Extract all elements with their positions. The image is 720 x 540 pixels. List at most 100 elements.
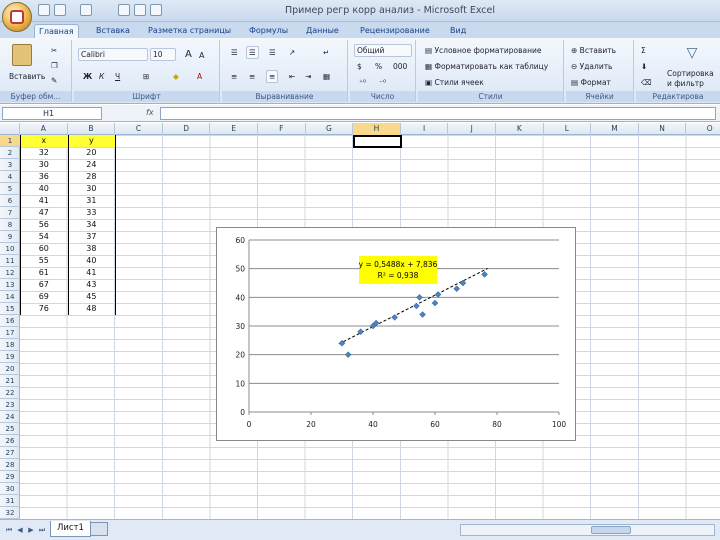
- paste-icon[interactable]: [12, 44, 32, 66]
- last-sheet-icon[interactable]: ⏭: [37, 525, 47, 535]
- table-cell-x[interactable]: 54: [20, 231, 68, 243]
- fill-color-icon[interactable]: ◆: [170, 70, 182, 83]
- column-header-k[interactable]: K: [496, 123, 544, 135]
- column-header-b[interactable]: B: [68, 123, 116, 135]
- row-header-28[interactable]: 28: [0, 459, 20, 471]
- horizontal-scrollbar[interactable]: [460, 524, 715, 536]
- row-header-13[interactable]: 13: [0, 279, 20, 291]
- row-header-6[interactable]: 6: [0, 195, 20, 207]
- column-header-g[interactable]: G: [306, 123, 354, 135]
- table-cell-x[interactable]: 40: [20, 183, 68, 195]
- tab-data[interactable]: Данные: [302, 24, 343, 38]
- column-header-h[interactable]: H: [353, 123, 401, 135]
- table-cell-y[interactable]: 40: [68, 255, 116, 267]
- table-cell-x[interactable]: 69: [20, 291, 68, 303]
- column-header-i[interactable]: I: [401, 123, 449, 135]
- column-header-e[interactable]: E: [210, 123, 258, 135]
- row-header-14[interactable]: 14: [0, 291, 20, 303]
- increase-indent-icon[interactable]: ⇥: [302, 70, 314, 83]
- underline-button[interactable]: Ч: [112, 70, 123, 83]
- row-header-3[interactable]: 3: [0, 159, 20, 171]
- borders-icon[interactable]: ⊞: [140, 70, 152, 83]
- row-header-7[interactable]: 7: [0, 207, 20, 219]
- fx-icon[interactable]: fx: [146, 108, 154, 117]
- align-bottom-icon[interactable]: ☰: [266, 46, 279, 59]
- table-cell-y[interactable]: 28: [68, 171, 116, 183]
- row-header-18[interactable]: 18: [0, 339, 20, 351]
- table-cell-y[interactable]: 24: [68, 159, 116, 171]
- fill-icon[interactable]: ⬇: [638, 60, 650, 73]
- select-all-corner[interactable]: [0, 123, 20, 135]
- row-header-17[interactable]: 17: [0, 327, 20, 339]
- row-header-15[interactable]: 15: [0, 303, 20, 315]
- number-format-select[interactable]: Общий: [354, 44, 412, 57]
- save-icon[interactable]: [38, 4, 50, 16]
- row-header-24[interactable]: 24: [0, 411, 20, 423]
- shrink-font-button[interactable]: A: [196, 49, 207, 62]
- tab-formulas[interactable]: Формулы: [245, 24, 292, 38]
- grow-font-button[interactable]: A: [182, 48, 195, 61]
- row-header-1[interactable]: 1: [0, 135, 20, 147]
- font-color-icon[interactable]: A: [194, 70, 205, 83]
- row-header-9[interactable]: 9: [0, 231, 20, 243]
- delete-cells-button[interactable]: ⊖ Удалить: [568, 60, 632, 73]
- italic-button[interactable]: К: [96, 70, 107, 83]
- row-header-20[interactable]: 20: [0, 363, 20, 375]
- table-cell-x[interactable]: 36: [20, 171, 68, 183]
- table-cell-x[interactable]: 47: [20, 207, 68, 219]
- tab-page-layout[interactable]: Разметка страницы: [144, 24, 235, 38]
- table-cell-y[interactable]: 30: [68, 183, 116, 195]
- table-cell-x[interactable]: 60: [20, 243, 68, 255]
- column-header-l[interactable]: L: [544, 123, 592, 135]
- cell-styles-button[interactable]: ▣ Стили ячеек: [422, 76, 562, 89]
- scrollbar-thumb[interactable]: [591, 526, 631, 534]
- row-header-21[interactable]: 21: [0, 375, 20, 387]
- column-header-d[interactable]: D: [163, 123, 211, 135]
- row-header-4[interactable]: 4: [0, 171, 20, 183]
- decrease-indent-icon[interactable]: ⇤: [286, 70, 298, 83]
- tab-review[interactable]: Рецензирование: [356, 24, 434, 38]
- wrap-text-icon[interactable]: ↵: [320, 46, 332, 59]
- increase-decimal-icon[interactable]: ⁺⁰: [356, 76, 369, 89]
- column-header-o[interactable]: O: [686, 123, 720, 135]
- thousands-button[interactable]: 000: [390, 60, 410, 73]
- table-cell-y[interactable]: 20: [68, 147, 116, 159]
- table-cell-x[interactable]: 55: [20, 255, 68, 267]
- row-header-26[interactable]: 26: [0, 435, 20, 447]
- table-cell-x[interactable]: 32: [20, 147, 68, 159]
- row-header-22[interactable]: 22: [0, 387, 20, 399]
- align-top-icon[interactable]: ☰: [228, 46, 241, 59]
- copy-icon[interactable]: ❐: [48, 59, 62, 72]
- table-cell-x[interactable]: 67: [20, 279, 68, 291]
- align-middle-icon[interactable]: ☰: [246, 46, 259, 59]
- undo-icon[interactable]: [54, 4, 66, 16]
- next-sheet-icon[interactable]: ▶: [26, 525, 36, 535]
- table-cell-y[interactable]: 31: [68, 195, 116, 207]
- font-size-select[interactable]: 10: [150, 48, 176, 61]
- redo-icon[interactable]: [80, 4, 92, 16]
- prev-sheet-icon[interactable]: ◀: [15, 525, 25, 535]
- table-cell-x[interactable]: 61: [20, 267, 68, 279]
- row-header-32[interactable]: 32: [0, 507, 20, 519]
- table-cell-x[interactable]: 41: [20, 195, 68, 207]
- percent-button[interactable]: %: [372, 60, 385, 73]
- name-box[interactable]: H1: [2, 107, 102, 120]
- active-cell-h1[interactable]: [353, 135, 402, 148]
- row-header-29[interactable]: 29: [0, 471, 20, 483]
- decrease-decimal-icon[interactable]: ⁻⁰: [376, 76, 389, 89]
- new-sheet-icon[interactable]: [90, 522, 108, 536]
- align-left-icon[interactable]: ≡: [228, 70, 240, 83]
- align-right-icon[interactable]: ≡: [266, 70, 279, 83]
- row-header-2[interactable]: 2: [0, 147, 20, 159]
- column-header-m[interactable]: M: [591, 123, 639, 135]
- clear-icon[interactable]: ⌫: [638, 76, 655, 89]
- row-header-11[interactable]: 11: [0, 255, 20, 267]
- table-header-y[interactable]: y: [67, 135, 116, 147]
- table-cell-y[interactable]: 48: [68, 303, 116, 315]
- currency-icon[interactable]: $: [354, 60, 365, 73]
- table-cell-y[interactable]: 33: [68, 207, 116, 219]
- paste-button[interactable]: Вставить: [6, 70, 48, 83]
- column-header-n[interactable]: N: [639, 123, 687, 135]
- tab-view[interactable]: Вид: [446, 24, 470, 38]
- row-header-10[interactable]: 10: [0, 243, 20, 255]
